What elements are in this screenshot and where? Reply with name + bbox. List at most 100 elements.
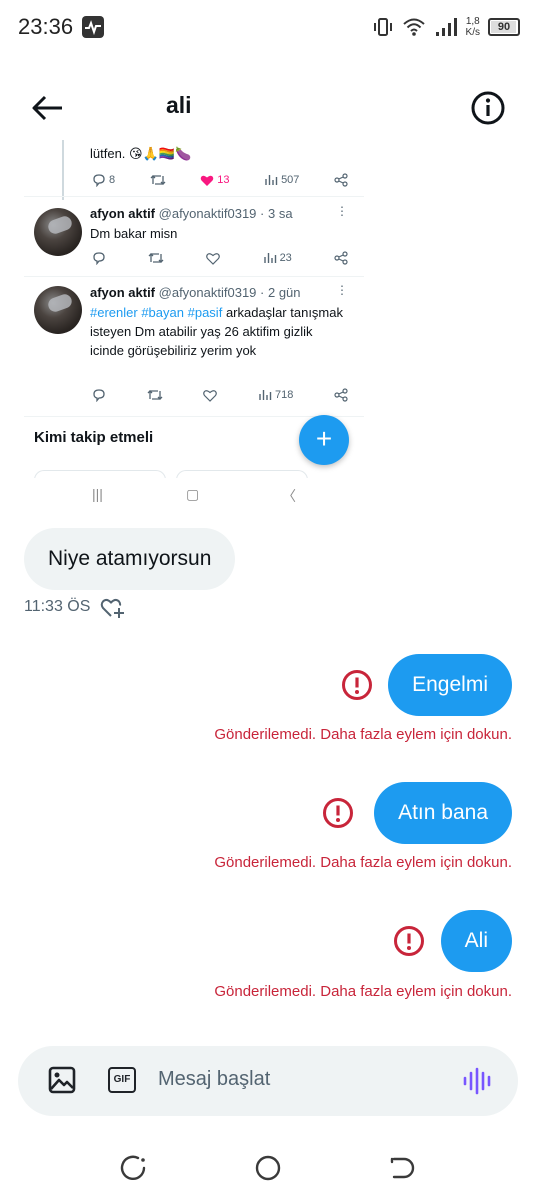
tweet-header: afyon aktif @afyonaktif0319 · 3 sa: [90, 206, 293, 221]
signal-icon: [435, 18, 457, 36]
embedded-nav-bar: ||| ▢ 〈: [24, 478, 364, 512]
reply-action: [92, 251, 106, 265]
tweet-author-name: afyon aktif: [90, 206, 156, 221]
heart-icon: [203, 389, 218, 402]
recents-button[interactable]: [116, 1150, 152, 1186]
tweet-text: #erenler #bayan #pasif arkadaşlar tanışm…: [90, 303, 350, 360]
heart-plus-icon: [100, 599, 124, 618]
pulse-notification-icon: [82, 16, 104, 38]
views-action: 507: [264, 173, 299, 187]
more-icon: ⋮: [336, 204, 348, 218]
battery-indicator: 90: [488, 18, 520, 36]
voice-wave-icon: [463, 1067, 491, 1095]
reply-icon: [93, 389, 105, 402]
status-icons: 1,8 K/s 90: [372, 12, 520, 42]
compose-fab: +: [299, 415, 349, 465]
retweet-icon: [150, 175, 166, 185]
status-bar: 23:36 1,8 K/s 90: [0, 0, 536, 56]
recents-icon: [120, 1155, 146, 1180]
network-speed: 1,8 K/s: [465, 16, 480, 38]
outgoing-message-bubble[interactable]: Atın bana: [374, 782, 512, 844]
tweet-actions: 23: [92, 248, 348, 268]
divider: [24, 276, 364, 277]
share-action: [334, 251, 348, 265]
views-action: 718: [258, 388, 293, 402]
message-timestamp: 11:33 ÖS: [24, 598, 91, 615]
vibrate-icon: [373, 18, 392, 36]
back-nav-icon: [390, 1157, 415, 1179]
send-failed-note[interactable]: Gönderilemedi. Daha fazla eylem için dok…: [214, 983, 512, 1000]
send-failed-icon[interactable]: [341, 669, 373, 701]
tweet-author-name: afyon aktif: [90, 285, 156, 300]
like-action: 13: [200, 174, 230, 187]
tweet-handle: @afyonaktif0319: [158, 285, 257, 300]
share-action: [334, 388, 348, 402]
image-icon: [48, 1066, 76, 1094]
message-input[interactable]: [158, 1068, 448, 1091]
send-failed-icon[interactable]: [393, 925, 425, 957]
tweet-header: afyon aktif @afyonaktif0319 · 2 gün: [90, 285, 301, 300]
tweet-actions: 718: [92, 385, 348, 405]
gif-button[interactable]: GIF: [108, 1067, 136, 1093]
incoming-message-bubble[interactable]: Niye atamıyorsun: [24, 528, 236, 590]
views-icon: [265, 175, 278, 185]
retweet-icon: [147, 390, 163, 400]
more-icon: ⋮: [336, 283, 348, 297]
avatar: [34, 286, 82, 334]
image-button[interactable]: [48, 1066, 76, 1094]
home-icon: ▢: [186, 486, 200, 502]
like-action: [203, 389, 218, 402]
thread-line: [62, 140, 64, 200]
share-icon: [334, 388, 348, 402]
retweet-action: [148, 251, 164, 265]
info-button[interactable]: [470, 90, 506, 126]
conversation-header: ali: [0, 80, 536, 136]
avatar: [34, 208, 82, 256]
tweet-time: · 3 sa: [260, 206, 293, 221]
retweet-action: [150, 173, 166, 187]
tweet-text: Dm bakar misn: [90, 226, 178, 241]
shared-screenshot-image[interactable]: lütfen. 😘🙏🏳️‍🌈🍆 8 13 507 afyon aktif @af…: [24, 140, 364, 518]
conversation-title[interactable]: ali: [166, 92, 192, 119]
send-failed-note[interactable]: Gönderilemedi. Daha fazla eylem için dok…: [214, 726, 512, 743]
back-arrow-icon: [32, 95, 62, 121]
reply-icon: [93, 252, 105, 265]
system-navigation-bar: [0, 1140, 536, 1200]
battery-level: 90: [497, 21, 511, 33]
retweet-action: [147, 388, 163, 402]
views-icon: [259, 390, 272, 400]
retweet-icon: [148, 253, 164, 263]
reply-action: [92, 388, 106, 402]
who-to-follow-heading: Kimi takip etmeli: [34, 429, 154, 446]
back-nav-button[interactable]: [384, 1150, 420, 1186]
outgoing-message-bubble[interactable]: Ali: [440, 910, 512, 972]
reply-icon: [93, 174, 105, 187]
divider: [24, 196, 364, 197]
outgoing-message-bubble[interactable]: Engelmi: [388, 654, 512, 716]
heart-icon: [206, 252, 221, 265]
views-action: 23: [263, 251, 292, 265]
add-reaction-button[interactable]: [100, 596, 126, 620]
info-icon: [471, 91, 505, 125]
share-icon: [334, 251, 348, 265]
tweet-text: lütfen. 😘🙏🏳️‍🌈🍆: [90, 146, 192, 161]
voice-message-button[interactable]: [462, 1066, 492, 1096]
home-button[interactable]: [250, 1150, 286, 1186]
message-composer: GIF: [18, 1046, 518, 1116]
like-action: [206, 252, 221, 265]
hashtag: #bayan: [141, 305, 184, 320]
reply-action: 8: [92, 173, 115, 187]
share-action: [334, 173, 348, 187]
heart-filled-icon: [201, 175, 214, 186]
hashtag: #erenler: [90, 305, 138, 320]
share-icon: [334, 173, 348, 187]
views-icon: [263, 253, 276, 263]
home-circle-icon: [255, 1155, 281, 1181]
send-failed-note[interactable]: Gönderilemedi. Daha fazla eylem için dok…: [214, 854, 512, 871]
hashtag: #pasif: [187, 305, 223, 320]
back-button[interactable]: [30, 92, 66, 124]
back-icon: 〈: [282, 488, 296, 504]
recents-icon: |||: [92, 486, 103, 502]
send-failed-icon[interactable]: [322, 797, 354, 829]
tweet-handle: @afyonaktif0319: [158, 206, 257, 221]
